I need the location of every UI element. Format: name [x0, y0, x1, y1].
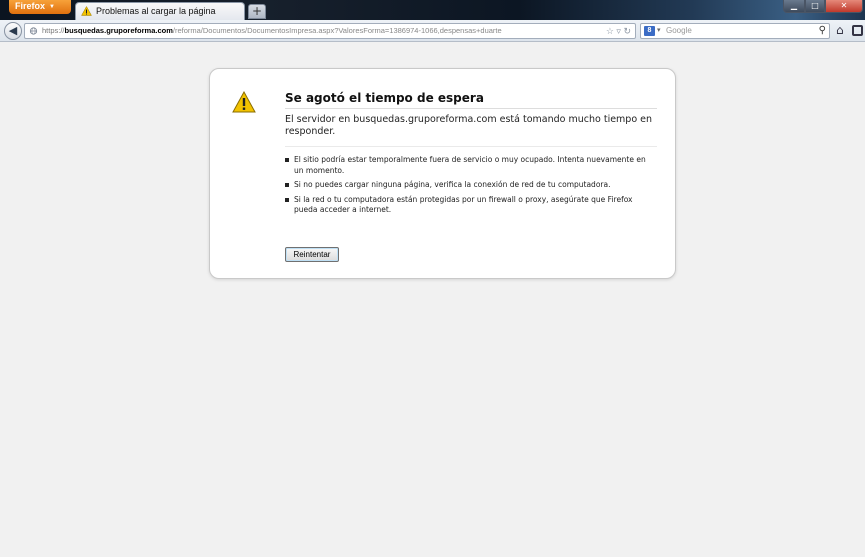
search-box[interactable]: 8 ▾ Google ⚲	[640, 23, 830, 39]
page-content: Se agotó el tiempo de espera El servidor…	[0, 43, 865, 557]
chevron-down-icon[interactable]: ▾	[657, 24, 661, 38]
close-window-button[interactable]: ✕	[825, 0, 863, 13]
home-icon[interactable]: ⌂	[836, 23, 844, 37]
retry-button[interactable]: Reintentar	[285, 247, 339, 262]
minimize-button[interactable]: ▁	[783, 0, 805, 13]
warning-icon	[232, 91, 256, 113]
new-tab-button[interactable]: +	[248, 4, 266, 19]
maximize-button[interactable]: □	[805, 0, 825, 13]
bullet-icon	[285, 158, 289, 162]
suggestion-text: Si la red o tu computadora están protegi…	[294, 194, 633, 215]
star-icon[interactable]: ☆	[606, 26, 614, 36]
error-title: Se agotó el tiempo de espera	[285, 91, 657, 109]
window-title-bar: Firefox ▼ Problemas al cargar la página +…	[0, 0, 865, 20]
error-panel: Se agotó el tiempo de espera El servidor…	[209, 68, 676, 279]
suggestion-text: El sitio podría estar temporalmente fuer…	[294, 155, 646, 175]
suggestion-list: El sitio podría estar temporalmente fuer…	[285, 155, 657, 220]
reload-icon[interactable]: ↻	[623, 26, 631, 36]
back-arrow-icon[interactable]: ◀	[4, 22, 22, 40]
url-bar[interactable]: https://busquedas.gruporeforma.com/refor…	[24, 23, 636, 39]
list-item: El sitio podría estar temporalmente fuer…	[285, 155, 657, 176]
window-controls: ▁ □ ✕	[783, 0, 863, 13]
tab-active[interactable]: Problemas al cargar la página	[75, 2, 245, 20]
list-item: Si no puedes cargar ninguna página, veri…	[285, 180, 657, 191]
list-item: Si la red o tu computadora están protegi…	[285, 195, 657, 216]
error-description: El servidor en busquedas.gruporeforma.co…	[285, 114, 657, 147]
url-protocol: https://	[42, 26, 65, 35]
url-path: /reforma/Documentos/DocumentosImpresa.as…	[172, 26, 502, 35]
tab-title: Problemas al cargar la página	[96, 6, 216, 16]
bullet-icon	[285, 197, 289, 202]
chevron-down-icon: ▼	[49, 4, 55, 10]
search-placeholder: Google	[666, 26, 692, 35]
url-host: busquedas.gruporeforma.com	[64, 26, 173, 35]
globe-icon	[29, 27, 38, 35]
navigation-toolbar: ◀ https://busquedas.gruporeforma.com/ref…	[0, 20, 865, 42]
firefox-menu-label: Firefox	[15, 1, 46, 11]
suggestion-text: Si no puedes cargar ninguna página, veri…	[294, 180, 611, 189]
google-icon[interactable]: 8	[644, 26, 655, 36]
warning-icon	[81, 6, 92, 16]
url-bar-actions: ☆ ▿ ↻	[606, 24, 631, 38]
bookmarks-icon[interactable]	[852, 25, 863, 36]
bullet-icon	[285, 183, 289, 187]
firefox-menu-button[interactable]: Firefox ▼	[9, 0, 71, 14]
search-icon[interactable]: ⚲	[819, 24, 826, 38]
dropdown-icon[interactable]: ▿	[616, 26, 621, 36]
